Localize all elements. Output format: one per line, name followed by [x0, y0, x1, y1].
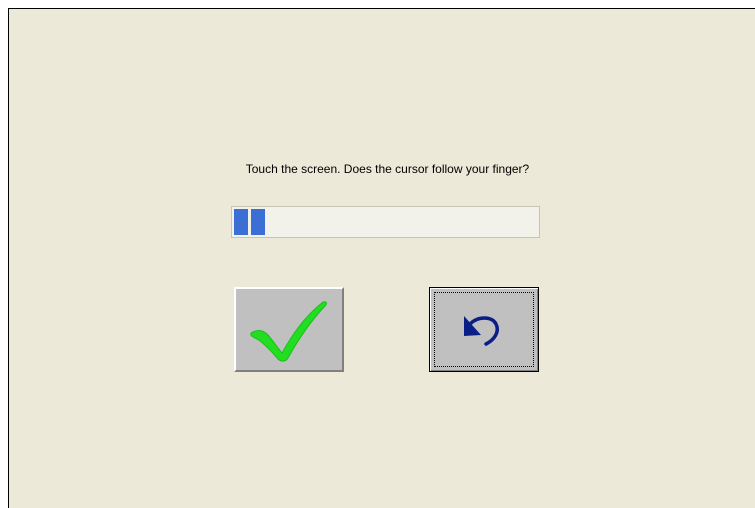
calibration-panel: [8, 8, 755, 508]
checkmark-icon: [250, 300, 327, 362]
progress-fill: [234, 209, 265, 235]
progress-bar: [231, 206, 540, 238]
prompt-text: Touch the screen. Does the cursor follow…: [245, 162, 530, 176]
progress-block: [251, 209, 265, 235]
focus-ring: [434, 292, 534, 367]
confirm-button[interactable]: [234, 287, 344, 372]
retry-button[interactable]: [429, 287, 539, 372]
progress-block: [234, 209, 248, 235]
